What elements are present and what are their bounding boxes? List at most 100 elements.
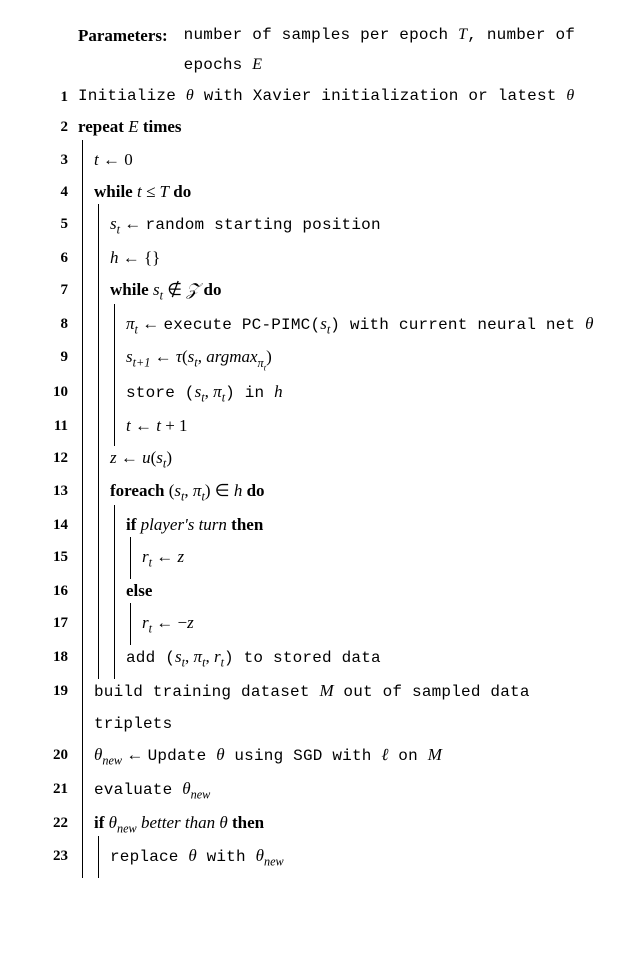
lineno: 8 xyxy=(40,308,78,339)
l1-theta: θ xyxy=(186,87,194,104)
line-12: 12 z ← u(st) xyxy=(40,442,612,476)
bar xyxy=(78,274,94,308)
l20-arrow: ← xyxy=(122,745,148,764)
l5-arrow: ← xyxy=(120,214,146,233)
l21-txt: evaluate xyxy=(94,781,182,799)
lineno-blank xyxy=(40,20,78,22)
l18-close: ) to stored data xyxy=(224,649,381,667)
bar xyxy=(94,575,110,607)
l13-close: ) ∈ xyxy=(205,481,234,500)
lineno: 21 xyxy=(40,773,78,804)
bar xyxy=(78,509,94,541)
l17-z: z xyxy=(187,613,194,632)
l22-sub: new xyxy=(117,821,137,835)
bar xyxy=(110,341,126,376)
l10-comma: , xyxy=(205,382,214,401)
bar xyxy=(78,308,94,342)
line-22: 22 if θnew better than θ then xyxy=(40,807,612,841)
bar xyxy=(94,442,110,476)
l20-txt3: on xyxy=(388,747,427,765)
bar xyxy=(110,641,126,675)
line-5: 5 st ← random starting position xyxy=(40,208,612,242)
bar xyxy=(94,410,110,442)
l12-z: z xyxy=(110,448,117,467)
lineno: 11 xyxy=(40,410,78,441)
l12-u: u xyxy=(142,448,151,467)
l21-sub: new xyxy=(191,787,211,801)
line-17: 17 rt ← −z xyxy=(40,607,612,641)
l20-theta2: θ xyxy=(216,745,224,764)
l1-theta2: θ xyxy=(566,87,574,104)
bar xyxy=(78,242,94,274)
line-2: 2 repeat E times xyxy=(40,111,612,143)
l1-a: Initialize xyxy=(78,87,186,105)
params-text-a: number of samples per epoch xyxy=(184,26,458,44)
l12-s: s xyxy=(156,448,163,467)
param-T: T xyxy=(458,26,467,43)
kw-else: else xyxy=(126,581,152,600)
kw-then: then xyxy=(227,515,263,534)
params-row: Parameters: number of samples per epoch … xyxy=(40,20,612,81)
line-18: 18 add (st, πt, rt) to stored data xyxy=(40,641,612,675)
bar xyxy=(94,341,110,376)
l9-comma: , xyxy=(198,347,207,366)
bar xyxy=(78,410,94,442)
line-1: 1 Initialize θ with Xavier initializatio… xyxy=(40,81,612,112)
lineno: 22 xyxy=(40,807,78,838)
bar xyxy=(94,541,110,575)
l13-comma: , xyxy=(184,481,193,500)
bar xyxy=(78,840,94,874)
lineno: 2 xyxy=(40,111,78,142)
line-6: 6 h ← {} xyxy=(40,242,612,274)
bar xyxy=(78,208,94,242)
l18-r: r xyxy=(214,647,221,666)
bar xyxy=(78,176,94,208)
lineno: 4 xyxy=(40,176,78,207)
lineno: 23 xyxy=(40,840,78,871)
bar xyxy=(94,840,110,874)
l20-txt2: using SGD with xyxy=(225,747,382,765)
l23-txt2: with xyxy=(197,848,256,866)
line-7: 7 while st ∉ 𝒵 do xyxy=(40,274,612,308)
lineno: 10 xyxy=(40,376,78,407)
bar xyxy=(126,607,142,641)
line-14: 14 if player's turn then xyxy=(40,509,612,541)
l17-arrow: ← − xyxy=(152,613,187,632)
kw-do: do xyxy=(242,481,264,500)
l23-sub: new xyxy=(264,855,284,869)
l8-s: s xyxy=(320,314,327,333)
l7-s: s xyxy=(153,280,160,299)
l8-arrow: ← xyxy=(138,314,164,333)
line-21: 21 evaluate θnew xyxy=(40,773,612,807)
l7-Z: 𝒵 xyxy=(186,280,199,299)
bar xyxy=(78,376,94,410)
l3-arrow: ← 0 xyxy=(99,150,133,169)
l9-sub: t+1 xyxy=(133,356,151,370)
bar xyxy=(78,475,94,509)
l11-arrow: ← xyxy=(131,416,157,435)
l2-E: E xyxy=(128,117,138,136)
l10-txt: store ( xyxy=(126,384,195,402)
bar xyxy=(94,475,110,509)
bar xyxy=(78,641,94,675)
l13-s: s xyxy=(174,481,181,500)
params-text: number of samples per epoch T, number of… xyxy=(184,20,612,81)
lineno: 13 xyxy=(40,475,78,506)
l11-plus: + 1 xyxy=(161,416,188,435)
lineno: 1 xyxy=(40,81,78,112)
bar xyxy=(94,208,110,242)
kw-repeat: repeat xyxy=(78,117,128,136)
line-20: 20 θnew ← Update θ using SGD with ℓ on M xyxy=(40,739,612,773)
line-13: 13 foreach (st, πt) ∈ h do xyxy=(40,475,612,509)
l22-theta2: θ xyxy=(219,813,227,832)
l10-pi: π xyxy=(213,382,222,401)
kw-while: while xyxy=(110,280,153,299)
l8-close: ) with current neural net xyxy=(330,316,585,334)
bar xyxy=(110,509,126,541)
l9-s: s xyxy=(126,347,133,366)
l18-txt: add ( xyxy=(126,649,175,667)
l20-M: M xyxy=(428,745,442,764)
bar xyxy=(78,739,94,773)
l15-z: z xyxy=(178,547,185,566)
kw-do: do xyxy=(169,182,191,201)
